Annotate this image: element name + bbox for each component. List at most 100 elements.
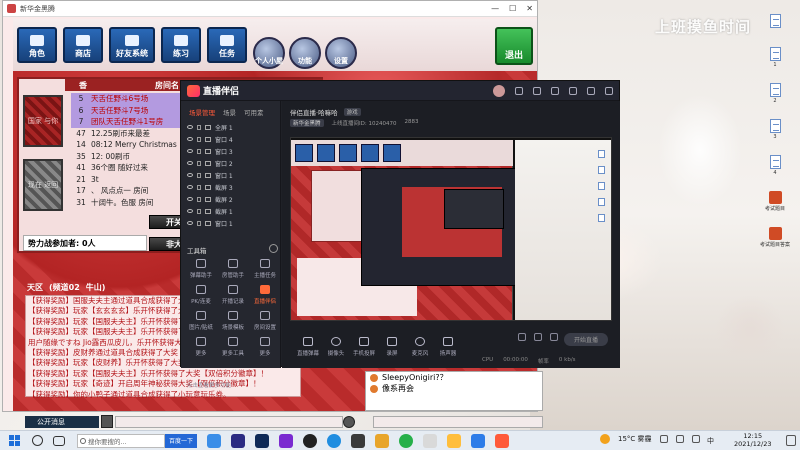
maximize-button[interactable]: ☐ — [509, 4, 516, 13]
source-item[interactable]: 截屏 1 — [181, 205, 280, 217]
danmaku-button[interactable]: 直播弹幕 — [294, 337, 322, 357]
toolbox-item[interactable]: PK/连麦 — [185, 285, 217, 309]
room-row[interactable]: 41 36个圈 随好过来 — [71, 162, 189, 174]
edge-icon[interactable] — [327, 433, 341, 448]
tab-scene[interactable]: 场景 — [223, 107, 236, 117]
source-item[interactable]: 窗口 1 — [181, 169, 280, 181]
toolbox-item[interactable]: 开播记录 — [217, 285, 249, 309]
room-row[interactable]: 21 3t — [71, 174, 189, 186]
settings-button[interactable]: 设置 — [325, 37, 357, 69]
lock-icon[interactable] — [197, 220, 201, 226]
room-row[interactable]: 31 十阔牛。色服 房间 — [71, 197, 189, 209]
lock-icon[interactable] — [197, 172, 201, 178]
mail-icon[interactable] — [471, 433, 485, 448]
game-window-titlebar[interactable]: 新华金黑腾 — ☐ ✕ — [3, 1, 537, 17]
toolbox-item[interactable]: 主播任务 — [249, 259, 281, 283]
source-item[interactable]: 窗口 3 — [181, 145, 280, 157]
toolbox-more-icon[interactable] — [269, 244, 278, 253]
source-item[interactable]: 截屏 2 — [181, 193, 280, 205]
source-item[interactable]: 窗口 4 — [181, 133, 280, 145]
exit-button[interactable]: 退出 — [495, 27, 533, 65]
toolbox-item[interactable]: 场景模板 — [217, 311, 249, 335]
network-icon[interactable] — [675, 435, 684, 443]
lock-icon[interactable] — [197, 208, 201, 214]
mic-button[interactable]: 麦克风 — [406, 337, 434, 357]
room-row[interactable]: 5 天舌任野斗6号场 — [71, 93, 189, 105]
practice-button[interactable]: 练习 — [161, 27, 201, 63]
chevron-up-icon[interactable] — [659, 435, 668, 443]
video-editor-icon[interactable] — [279, 433, 293, 448]
record-button[interactable]: 录屏 — [378, 337, 406, 357]
eye-icon[interactable] — [187, 209, 193, 213]
source-item[interactable]: 窗口 2 — [181, 157, 280, 169]
more-features-link[interactable]: 点击查看更多功能 — [187, 381, 231, 389]
game-taskbar-icon[interactable] — [423, 433, 437, 448]
lock-icon[interactable] — [197, 124, 201, 130]
app-icon[interactable] — [351, 433, 365, 448]
desktop-file-exam-answers[interactable]: 考试题目答案 — [760, 222, 790, 252]
speaker-button[interactable]: 扬声器 — [434, 337, 462, 357]
chat-dropdown-icon[interactable] — [101, 415, 113, 428]
weather-text[interactable]: 15°C 雾霾 — [618, 434, 652, 444]
desktop-file-0[interactable] — [760, 6, 790, 36]
input-language[interactable]: 中 — [707, 436, 714, 446]
lock-icon[interactable] — [197, 148, 201, 154]
public-chat-selector[interactable]: 公开消息 — [25, 416, 99, 428]
room-thumbnail[interactable]: 国家 与你 — [23, 95, 63, 147]
room-row[interactable]: 17 、 风点点一 房间 — [71, 185, 189, 197]
toolbox-item[interactable]: 房间设置 — [249, 311, 281, 335]
desktop-file-exam[interactable]: 考试题目 — [760, 186, 790, 216]
source-item[interactable]: 窗口 1 — [181, 217, 280, 229]
phone-cast-button[interactable]: 手机投屏 — [350, 337, 378, 357]
notification-icon[interactable] — [786, 435, 796, 446]
eye-icon[interactable] — [187, 137, 193, 141]
toolbox-item[interactable]: 更多 — [185, 337, 217, 361]
search-input[interactable]: 搜你要搜的... — [77, 433, 165, 448]
toolbox-item[interactable]: 更多工具 — [217, 337, 249, 361]
message-icon[interactable] — [515, 86, 523, 95]
eye-icon[interactable] — [187, 125, 193, 129]
gear-icon[interactable] — [550, 333, 558, 341]
desktop-file-3[interactable]: 3 — [760, 114, 790, 144]
room-row[interactable]: 6 天舌任野斗7号场 — [71, 104, 189, 116]
eye-icon[interactable] — [187, 197, 193, 201]
private-chat-input[interactable] — [373, 416, 543, 428]
desktop-file-4[interactable]: 4 — [760, 150, 790, 180]
lock-icon[interactable] — [197, 136, 201, 142]
room-row[interactable]: 47 12.25刷币来最差 — [71, 128, 189, 140]
room-row[interactable]: 14 08:12 Merry Christmas — [71, 139, 189, 151]
photoshop-icon[interactable] — [255, 433, 269, 448]
function-button[interactable]: 功能 — [289, 37, 321, 69]
source-item[interactable]: 全屏 1 — [181, 121, 280, 133]
eye-icon[interactable] — [187, 185, 193, 189]
toolbox-item[interactable]: 房管助手 — [217, 259, 249, 283]
character-button[interactable]: 角色 — [17, 27, 57, 63]
tab-assets[interactable]: 可用素 — [244, 107, 264, 117]
desktop-file-2[interactable]: 2 — [760, 78, 790, 108]
eye-icon[interactable] — [534, 333, 542, 341]
calendar-app-icon[interactable] — [207, 433, 221, 448]
room-row[interactable]: 7 团队天舌任野斗1号房 — [71, 116, 189, 128]
qq-icon[interactable] — [303, 433, 317, 448]
close-icon[interactable] — [605, 86, 613, 95]
friends-button[interactable]: 好友系统 — [109, 27, 155, 63]
windows-start-icon[interactable] — [6, 433, 22, 449]
toolbox-item[interactable]: 直播伴侣 — [249, 285, 281, 309]
folder-icon[interactable] — [447, 433, 461, 448]
personal-room-button[interactable]: 个人小屋 — [253, 37, 285, 69]
wechat-icon[interactable] — [399, 433, 413, 448]
close-button[interactable]: ✕ — [526, 4, 533, 13]
search-button[interactable]: 百度一下 — [165, 433, 197, 448]
help-icon[interactable] — [551, 86, 559, 95]
volume-icon[interactable] — [691, 435, 700, 443]
start-stream-button[interactable]: 开始直播 — [564, 333, 608, 346]
task-view-icon[interactable] — [53, 435, 65, 446]
lock-icon[interactable] — [197, 196, 201, 202]
room-thumbnail-gray[interactable]: 现在 返回 — [23, 159, 63, 211]
chat-input[interactable] — [115, 416, 343, 428]
stream-taskbar-icon[interactable] — [495, 433, 509, 448]
minimize-icon[interactable] — [569, 86, 577, 95]
eye-icon[interactable] — [187, 149, 193, 153]
eye-icon[interactable] — [187, 173, 193, 177]
shop-button[interactable]: 商店 — [63, 27, 103, 63]
